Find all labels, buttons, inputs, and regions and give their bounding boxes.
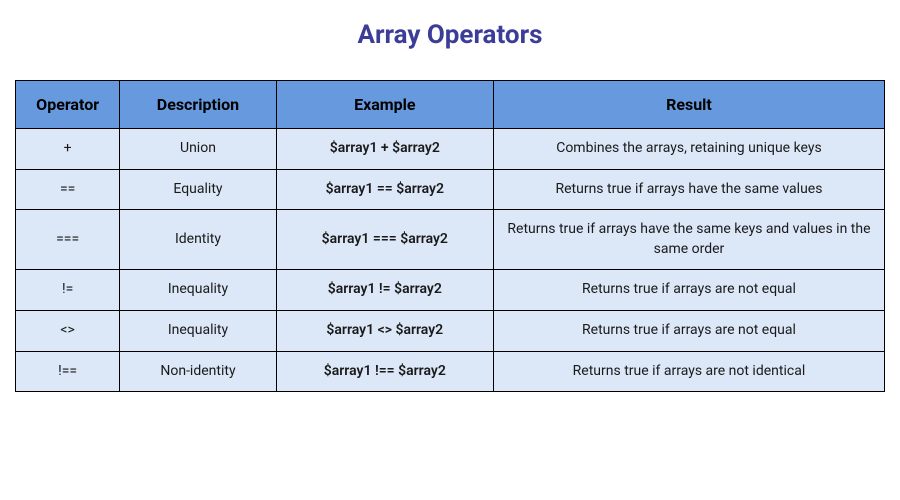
table-row: == Equality $array1 == $array2 Returns t… [16,169,885,210]
cell-example: $array1 <> $array2 [276,310,493,351]
page-title: Array Operators [15,20,885,50]
table-row: <> Inequality $array1 <> $array2 Returns… [16,310,885,351]
cell-example: $array1 === $array2 [276,210,493,270]
header-example: Example [276,81,493,129]
cell-operator: == [16,169,120,210]
cell-description: Inequality [120,310,276,351]
table-row: === Identity $array1 === $array2 Returns… [16,210,885,270]
cell-operator: !== [16,351,120,392]
cell-operator: + [16,129,120,170]
cell-result: Returns true if arrays have the same key… [493,210,884,270]
operators-table: Operator Description Example Result + Un… [15,80,885,392]
cell-result: Returns true if arrays are not equal [493,310,884,351]
table-row: !== Non-identity $array1 !== $array2 Ret… [16,351,885,392]
cell-result: Returns true if arrays have the same val… [493,169,884,210]
table-row: != Inequality $array1 != $array2 Returns… [16,270,885,311]
cell-operator: != [16,270,120,311]
cell-example: $array1 == $array2 [276,169,493,210]
cell-description: Inequality [120,270,276,311]
cell-operator: === [16,210,120,270]
header-description: Description [120,81,276,129]
cell-operator: <> [16,310,120,351]
table-header-row: Operator Description Example Result [16,81,885,129]
cell-description: Non-identity [120,351,276,392]
cell-description: Equality [120,169,276,210]
header-operator: Operator [16,81,120,129]
cell-example: $array1 + $array2 [276,129,493,170]
cell-description: Union [120,129,276,170]
cell-result: Combines the arrays, retaining unique ke… [493,129,884,170]
header-result: Result [493,81,884,129]
cell-example: $array1 !== $array2 [276,351,493,392]
table-row: + Union $array1 + $array2 Combines the a… [16,129,885,170]
cell-result: Returns true if arrays are not identical [493,351,884,392]
cell-description: Identity [120,210,276,270]
cell-example: $array1 != $array2 [276,270,493,311]
cell-result: Returns true if arrays are not equal [493,270,884,311]
